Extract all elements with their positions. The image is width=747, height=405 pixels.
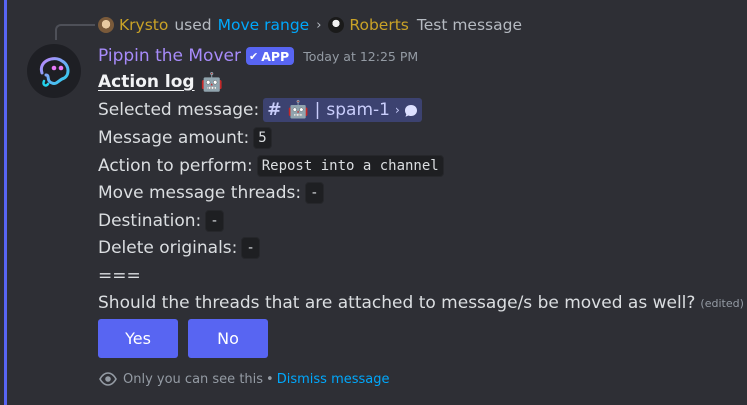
action-line: Action to perform: Repost into a channel xyxy=(98,154,444,178)
selected-message-label: Selected message: xyxy=(98,100,260,120)
author-name[interactable]: Pippin the Mover xyxy=(98,46,241,66)
reply-user-avatar[interactable] xyxy=(98,17,114,33)
message-amount-label: Message amount: xyxy=(98,128,250,148)
edited-marker[interactable]: (edited) xyxy=(700,297,743,310)
message-amount-line: Message amount: 5 xyxy=(98,126,272,150)
timestamp[interactable]: Today at 12:25 PM xyxy=(303,49,418,64)
eye-icon xyxy=(99,372,117,386)
threads-line: Move message threads: - xyxy=(98,181,324,205)
reply-spine xyxy=(55,24,95,40)
channel-mention[interactable]: # 🤖 | spam-1 › xyxy=(263,98,422,122)
reply-reference[interactable]: Krysto used Move range › Roberts Test me… xyxy=(98,14,522,36)
selected-message-line: Selected message: # 🤖 | spam-1 › xyxy=(98,98,422,122)
content-heading-line: Action log 🤖 xyxy=(98,70,223,94)
yes-button[interactable]: Yes xyxy=(98,319,178,358)
reply-used-text: used xyxy=(174,16,212,34)
divider-line: === xyxy=(98,264,141,288)
reply-target-name[interactable]: Roberts xyxy=(349,16,408,34)
highlight-bar xyxy=(4,0,7,405)
reply-target-text[interactable]: Test message xyxy=(417,16,522,34)
destination-value: - xyxy=(205,210,224,232)
reply-chevron-icon: › xyxy=(316,17,322,33)
channel-emoji-icon: 🤖 xyxy=(287,100,309,120)
delete-originals-line: Delete originals: - xyxy=(98,236,260,260)
threads-value: - xyxy=(305,182,324,204)
question-text: Should the threads that are attached to … xyxy=(98,293,696,313)
message-header: Pippin the Mover ✔ APP Today at 12:25 PM xyxy=(98,44,418,68)
no-button[interactable]: No xyxy=(188,319,268,358)
verified-check-icon: ✔ xyxy=(248,49,259,63)
reply-target-avatar[interactable] xyxy=(328,17,345,33)
destination-line: Destination: - xyxy=(98,209,224,233)
message-amount-value: 5 xyxy=(253,127,272,149)
app-badge: ✔ APP xyxy=(245,47,295,65)
delete-originals-label: Delete originals: xyxy=(98,238,238,258)
app-badge-label: APP xyxy=(261,48,290,64)
channel-arrow-icon: › xyxy=(394,103,400,117)
action-log-heading: Action log xyxy=(98,72,195,92)
robot-emoji-icon: 🤖 xyxy=(200,71,223,93)
bot-avatar[interactable] xyxy=(27,44,81,98)
channel-name: spam-1 xyxy=(326,100,390,120)
divider-text: === xyxy=(98,266,141,286)
hash-icon: # xyxy=(267,100,282,120)
dismiss-message-link[interactable]: Dismiss message xyxy=(277,372,390,387)
ephemeral-notice: Only you can see this • Dismiss message xyxy=(99,369,390,389)
speech-bubble-icon xyxy=(404,103,418,117)
ephemeral-dot: • xyxy=(266,371,274,387)
reply-user-name[interactable]: Krysto xyxy=(119,16,168,34)
reply-command-link[interactable]: Move range xyxy=(218,16,310,34)
delete-originals-value: - xyxy=(241,237,260,259)
action-value: Repost into a channel xyxy=(256,155,444,177)
destination-label: Destination: xyxy=(98,211,202,231)
question-line: Should the threads that are attached to … xyxy=(98,291,744,315)
ephemeral-text: Only you can see this xyxy=(123,371,264,387)
channel-pipe: | xyxy=(314,100,321,120)
threads-label: Move message threads: xyxy=(98,183,302,203)
bot-logo-icon xyxy=(39,57,70,87)
action-label: Action to perform: xyxy=(98,156,253,176)
